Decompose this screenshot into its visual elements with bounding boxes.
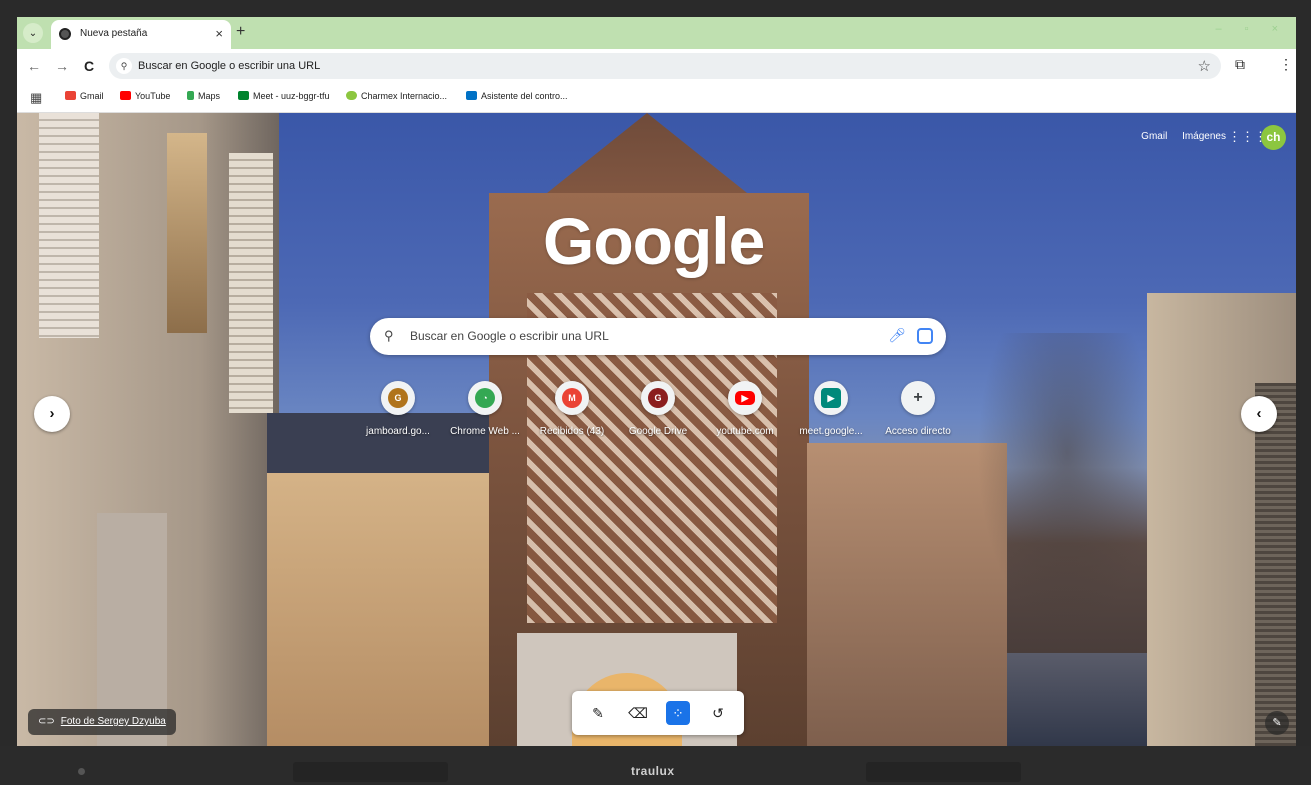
tab-new-tab[interactable]: Nueva pestaña ×	[51, 20, 231, 49]
shortcut-label: Chrome Web ...	[450, 426, 520, 437]
shortcut-label: Google Drive	[628, 426, 688, 437]
shortcut-label: youtube.com	[716, 426, 774, 437]
youtube-icon: ▶	[735, 391, 755, 405]
browser-menu-icon[interactable]: ⋮	[1279, 56, 1293, 73]
ntp-search-box[interactable]: ⚲ Buscar en Google o escribir una URL 🎤︎	[370, 318, 946, 355]
bottom-bezel: traulux	[0, 746, 1311, 785]
shortcut-icon-bg: M	[555, 381, 589, 415]
ntp-search-placeholder: Buscar en Google o escribir una URL	[410, 329, 609, 343]
meet-icon	[238, 91, 249, 100]
background-shutter	[39, 113, 99, 338]
photo-credit-text: Foto de Sergey Dzyuba	[60, 716, 166, 727]
bookmark-charmex[interactable]: Charmex Internacio...	[346, 91, 447, 101]
charmex-icon	[346, 91, 357, 100]
maps-icon	[187, 91, 194, 100]
shortcut-add[interactable]: + Acceso directo	[875, 381, 961, 437]
avatar[interactable]: ch	[1261, 125, 1286, 150]
annotation-toolbar: ✎ ⌫ ⁘ ↺	[572, 691, 744, 735]
bookmark-maps[interactable]: Maps	[187, 91, 220, 101]
close-tab-icon[interactable]: ×	[215, 26, 223, 41]
background-river	[1007, 653, 1147, 746]
shortcut-icon-bg: ▶	[814, 381, 848, 415]
background-building	[267, 433, 497, 746]
undo-icon[interactable]: ↺	[706, 701, 730, 725]
shortcut-label: meet.google...	[799, 426, 863, 437]
apps-grid-icon[interactable]: ▦	[30, 90, 42, 106]
extensions-icon[interactable]: ⧉	[1235, 56, 1245, 73]
bookmark-meet[interactable]: Meet - uuz-bggr-tfu	[238, 91, 330, 101]
google-lens-icon[interactable]	[917, 328, 933, 344]
shortcut-meet[interactable]: ▶ meet.google...	[788, 381, 874, 437]
address-bar-placeholder: Buscar en Google o escribir una URL	[138, 60, 321, 72]
bookmark-star-icon[interactable]: ☆	[1198, 57, 1211, 75]
browser-toolbar: ← → C ⚲ Buscar en Google o escribir una …	[17, 49, 1296, 83]
shortcut-icon-bg: G	[381, 381, 415, 415]
shortcut-jamboard[interactable]: G jamboard.go...	[355, 381, 441, 437]
shortcut-gmail[interactable]: M Recibidos (43)	[529, 381, 615, 437]
shortcut-icon-bg: +	[901, 381, 935, 415]
chevron-left-icon[interactable]: ‹	[1241, 396, 1277, 432]
background-vent	[1255, 383, 1296, 746]
jamboard-icon: G	[388, 388, 408, 408]
chrome-favicon-icon	[59, 28, 71, 40]
microphone-icon[interactable]: 🎤︎	[888, 327, 906, 344]
tab-title: Nueva pestaña	[80, 28, 148, 39]
customize-pencil-icon[interactable]: ✎	[1265, 711, 1289, 735]
photo-credit[interactable]: ⊂⊃ Foto de Sergey Dzyuba	[28, 709, 176, 735]
eraser-icon[interactable]: ⌫	[626, 701, 650, 725]
brand-logo: traulux	[631, 764, 675, 778]
new-tab-page: Gmail Imágenes ⋮⋮⋮ ch Google ⚲ Buscar en…	[17, 113, 1296, 746]
background-shutter	[229, 153, 273, 413]
back-arrow-icon[interactable]: ←	[27, 58, 41, 74]
chrome-web-store-icon: ◔	[475, 388, 495, 408]
screen: ⌄ Nueva pestaña × + – ▫ × ← → C ⚲ Buscar…	[17, 17, 1296, 746]
background-window	[167, 133, 207, 333]
select-tool-icon[interactable]: ⁘	[666, 701, 690, 725]
intel-icon	[466, 91, 477, 100]
search-icon: ⚲	[384, 328, 394, 343]
shortcut-youtube[interactable]: ▶ youtube.com	[702, 381, 788, 437]
shortcut-icon-bg: ◔	[468, 381, 502, 415]
bookmark-asistente[interactable]: Asistente del contro...	[466, 91, 568, 101]
youtube-icon	[120, 91, 131, 100]
power-indicator-icon	[78, 768, 85, 775]
google-drive-icon: G	[648, 388, 668, 408]
shortcut-google-drive[interactable]: G Google Drive	[615, 381, 701, 437]
bezel-button-strip	[293, 762, 448, 782]
tab-bar: ⌄ Nueva pestaña × + – ▫ ×	[17, 17, 1296, 49]
google-logo: Google	[543, 204, 765, 278]
forward-arrow-icon[interactable]: →	[55, 58, 69, 74]
new-tab-button[interactable]: +	[236, 23, 245, 41]
reload-icon[interactable]: C	[84, 58, 94, 74]
shortcut-label: jamboard.go...	[366, 426, 430, 437]
shortcut-chrome-web-store[interactable]: ◔ Chrome Web ...	[442, 381, 528, 437]
background-trees	[977, 333, 1157, 633]
bezel-button-strip	[866, 762, 1021, 782]
tab-search-button[interactable]: ⌄	[23, 23, 43, 43]
gmail-link[interactable]: Gmail	[1141, 131, 1167, 142]
shortcut-label: Recibidos (43)	[539, 426, 605, 437]
link-icon: ⊂⊃	[38, 716, 55, 727]
window-controls[interactable]: – ▫ ×	[1215, 23, 1288, 35]
bookmark-youtube[interactable]: YouTube	[120, 91, 170, 101]
search-icon: ⚲	[116, 58, 132, 74]
chevron-right-icon[interactable]: ›	[34, 396, 70, 432]
gmail-icon: M	[562, 388, 582, 408]
ntp-top-links: Gmail Imágenes	[1129, 131, 1226, 142]
pen-icon[interactable]: ✎	[586, 701, 610, 725]
shortcut-icon-bg: ▶	[728, 381, 762, 415]
meet-icon: ▶	[821, 388, 841, 408]
plus-icon: +	[913, 389, 923, 406]
bookmark-gmail[interactable]: Gmail	[65, 91, 104, 101]
images-link[interactable]: Imágenes	[1182, 131, 1226, 142]
address-bar[interactable]: ⚲ Buscar en Google o escribir una URL ☆	[109, 53, 1221, 79]
gmail-icon	[65, 91, 76, 100]
shortcut-label: Acceso directo	[885, 426, 951, 437]
bookmarks-bar: ▦ Gmail YouTube Maps Meet - uuz-bggr-tfu…	[17, 83, 1296, 113]
shortcut-icon-bg: G	[641, 381, 675, 415]
